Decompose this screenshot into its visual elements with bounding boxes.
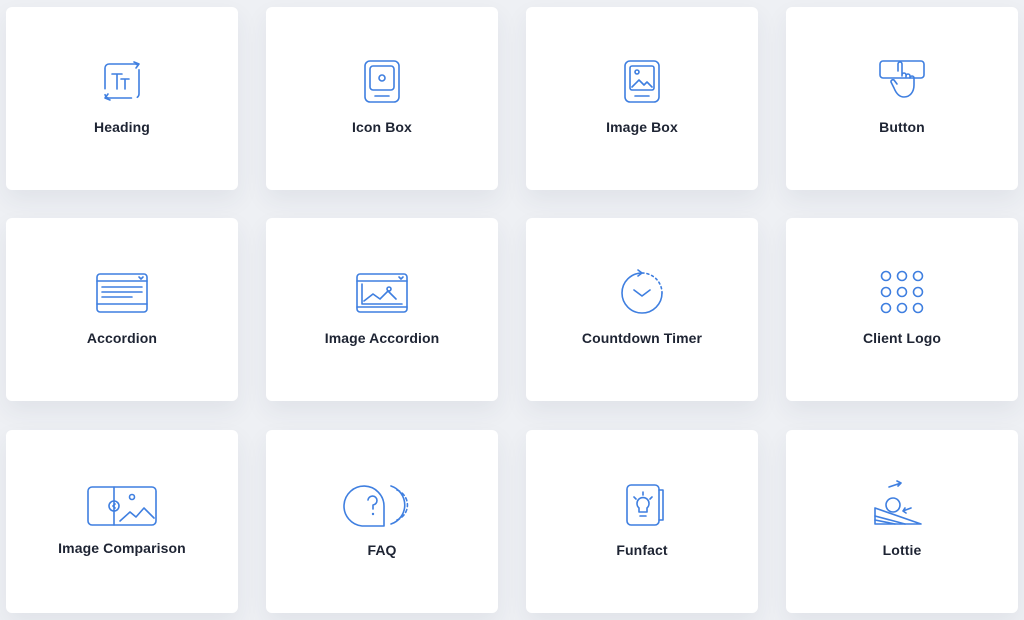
widget-label: Image Box <box>606 119 678 135</box>
widget-label: Heading <box>94 119 150 135</box>
accordion-icon <box>87 268 157 318</box>
image-box-icon <box>607 57 677 107</box>
widget-card-faq[interactable]: FAQ <box>266 430 498 613</box>
widget-card-icon-box[interactable]: Icon Box <box>266 7 498 190</box>
widget-card-heading[interactable]: Heading <box>6 7 238 190</box>
faq-icon <box>343 480 417 530</box>
widget-card-image-box[interactable]: Image Box <box>526 7 758 190</box>
widget-card-button[interactable]: Button <box>786 7 1018 190</box>
widget-label: Image Comparison <box>58 540 186 556</box>
widget-card-countdown-timer[interactable]: Countdown Timer <box>526 218 758 401</box>
image-accordion-icon <box>347 268 417 318</box>
image-comparison-icon <box>87 480 157 530</box>
lottie-icon <box>867 480 937 530</box>
widget-grid: Heading Icon Box Image Box Button Accord… <box>0 0 1024 620</box>
widget-card-client-logo[interactable]: Client Logo <box>786 218 1018 401</box>
widget-card-accordion[interactable]: Accordion <box>6 218 238 401</box>
widget-label: Icon Box <box>352 119 412 135</box>
countdown-timer-icon <box>607 268 677 318</box>
client-logo-grid-icon <box>867 268 937 318</box>
widget-label: Image Accordion <box>324 330 440 346</box>
icon-box-icon <box>347 57 417 107</box>
widget-label: Countdown Timer <box>581 330 703 346</box>
button-click-icon <box>867 57 937 107</box>
widget-label: Accordion <box>86 330 158 346</box>
widget-card-image-comparison[interactable]: Image Comparison <box>6 430 238 613</box>
widget-card-lottie[interactable]: Lottie <box>786 430 1018 613</box>
widget-label: Funfact <box>616 542 668 558</box>
widget-card-image-accordion[interactable]: Image Accordion <box>266 218 498 401</box>
widget-label: Button <box>879 119 925 135</box>
widget-label: Lottie <box>882 542 922 558</box>
funfact-icon <box>607 480 677 530</box>
widget-label: FAQ <box>367 542 397 558</box>
widget-label: Client Logo <box>862 330 942 346</box>
widget-card-funfact[interactable]: Funfact <box>526 430 758 613</box>
heading-icon <box>87 57 157 107</box>
